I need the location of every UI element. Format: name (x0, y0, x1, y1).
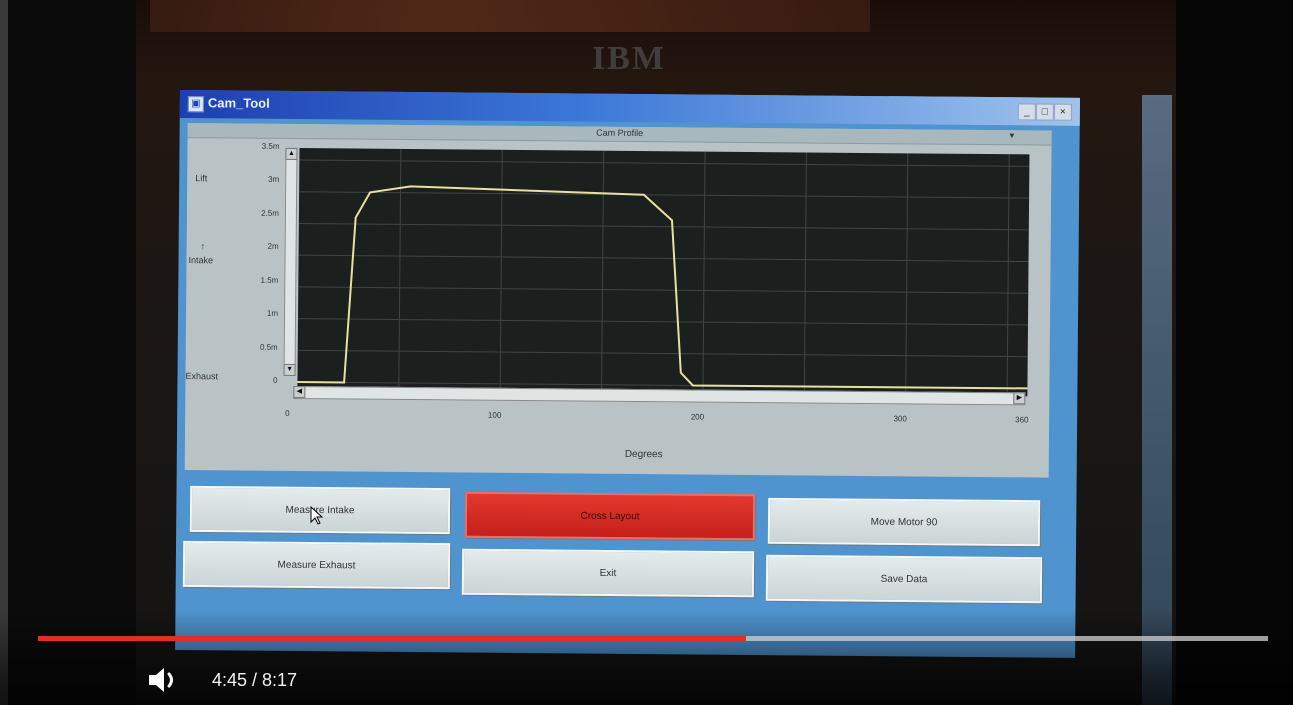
grid-line-vertical (905, 153, 909, 396)
video-frame: IBM ▣ Cam_Tool _ □ × Cam Profile ▾ Lift … (0, 0, 1293, 705)
y-label-intake-marker: ↑ (200, 241, 206, 252)
plot-title: Cam Profile (596, 127, 644, 139)
plot-area (297, 148, 1030, 397)
grid-line-vertical (702, 151, 706, 394)
window-title: Cam_Tool (207, 95, 270, 111)
scroll-down-icon[interactable]: ▼ (283, 363, 296, 377)
y-tick-label: 2.5m (261, 208, 279, 218)
background-shadow (8, 0, 136, 705)
cross-layout-button[interactable]: Cross Layout (464, 491, 756, 541)
x-tick-label: 100 (487, 410, 502, 420)
x-tick-label: 360 (1015, 415, 1029, 425)
grid-line-vertical (601, 150, 605, 393)
cam-profile-chart (297, 148, 1030, 397)
scroll-left-icon[interactable]: ◀ (293, 386, 306, 399)
minimize-button[interactable]: _ (1017, 103, 1036, 121)
plot-header: Cam Profile ▾ (187, 123, 1052, 146)
vertical-scrollbar[interactable]: ▲ ▼ (283, 147, 298, 377)
x-tick-label: 200 (690, 412, 705, 422)
y-tick-label: 1m (266, 308, 279, 319)
grid-line-vertical (1006, 154, 1010, 397)
grid-line-vertical (398, 148, 402, 391)
x-tick-label: 0 (285, 408, 290, 418)
monitor-brand-logo: IBM (592, 40, 666, 77)
grid-line-horizontal (299, 191, 1030, 199)
save-data-button[interactable]: Save Data (765, 554, 1043, 604)
scroll-up-icon[interactable]: ▲ (285, 147, 298, 161)
cam-profile-panel: Cam Profile ▾ Lift ↑ Intake Exhaust 3.5m… (184, 123, 1052, 478)
grid-line-horizontal (298, 254, 1029, 263)
y-tick-label: 1.5m (260, 275, 279, 285)
video-time-display: 4:45 / 8:17 (212, 670, 298, 690)
grid-line-horizontal (298, 318, 1028, 326)
grid-line-horizontal (297, 349, 1028, 358)
cam-lift-trace (297, 185, 1028, 390)
move-motor-button[interactable]: Move Motor 90 (767, 497, 1041, 547)
exit-button[interactable]: Exit (461, 548, 755, 598)
monitor-sticker (150, 0, 870, 32)
player-left-edge (0, 0, 8, 705)
grid-line-horizontal (299, 159, 1030, 167)
maximize-button[interactable]: □ (1035, 103, 1054, 121)
app-icon: ▣ (187, 96, 204, 113)
grid-line-vertical (803, 152, 807, 395)
y-tick-label: 2m (267, 242, 279, 252)
close-button[interactable]: × (1053, 103, 1072, 121)
x-axis-title: Degrees (624, 448, 663, 461)
grid-line-horizontal (298, 286, 1029, 294)
y-tick-label: 3.5m (261, 141, 280, 151)
y-tick-label: 0.5m (259, 342, 278, 352)
mouse-cursor-icon (310, 506, 324, 525)
x-tick-label: 300 (893, 414, 907, 424)
player-controls-shade (0, 610, 1293, 705)
scroll-right-icon[interactable]: ▶ (1013, 392, 1026, 405)
grid-line-horizontal (298, 222, 1029, 231)
y-label-lift: Lift (195, 173, 208, 184)
volume-icon[interactable] (146, 664, 186, 696)
y-label-exhaust: Exhaust (185, 371, 219, 382)
video-progress-bar[interactable] (38, 636, 1268, 641)
grid-line-vertical (499, 149, 503, 392)
plot-header-arrow-icon: ▾ (1009, 130, 1015, 141)
background-shadow-right (1176, 0, 1293, 705)
y-label-intake: Intake (188, 255, 214, 266)
y-tick-label: 0 (272, 375, 278, 385)
measure-exhaust-button[interactable]: Measure Exhaust (182, 540, 451, 590)
y-tick-label: 3m (268, 175, 280, 185)
video-progress-played (38, 636, 747, 641)
